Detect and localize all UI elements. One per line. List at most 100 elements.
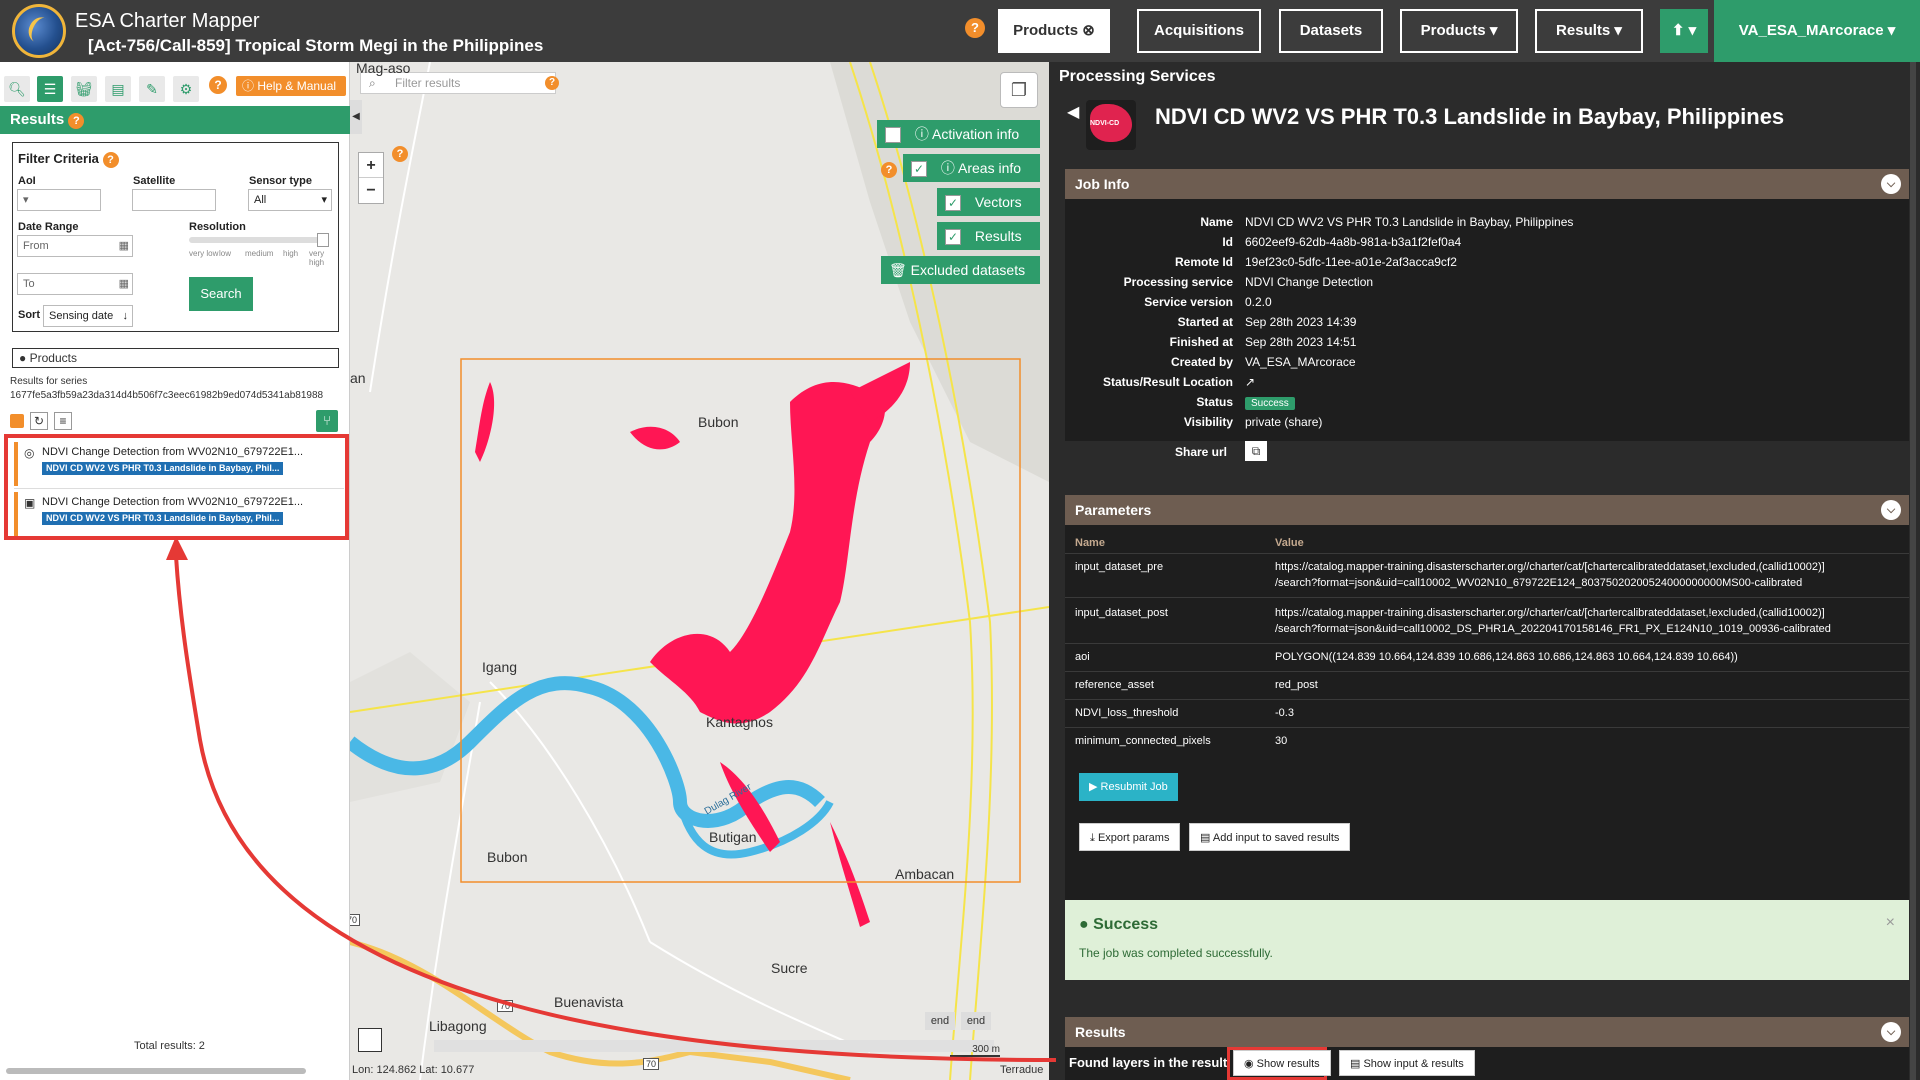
select-all-checkbox[interactable] — [10, 414, 24, 428]
param-value: 30 — [1275, 735, 1288, 747]
layers-icon[interactable]: ❐ — [1000, 72, 1038, 108]
divider — [1065, 699, 1909, 700]
job-key: Status/Result Location — [1102, 375, 1233, 389]
road — [489, 681, 651, 943]
results-toggle[interactable]: ✓ Results — [937, 222, 1040, 250]
help-icon[interactable]: ? — [209, 76, 227, 94]
map-view[interactable]: ⌕ Filter results ? + − ? ❐ ⓘ Activation … — [350, 62, 1049, 1080]
excluded-datasets-button[interactable]: 🗑︎ Excluded datasets — [881, 256, 1040, 284]
activation-info-toggle[interactable]: ⓘ Activation info — [877, 120, 1040, 148]
success-title: ● Success — [1079, 916, 1159, 933]
tab-label: Products — [1013, 22, 1079, 39]
pencil-icon[interactable]: ✎ — [139, 76, 165, 102]
calendar-icon[interactable]: ▦ — [119, 236, 129, 256]
vectors-toggle[interactable]: ✓ Vectors — [937, 188, 1040, 216]
checkbox[interactable]: ✓ — [945, 229, 961, 246]
job-key: Processing service — [1123, 275, 1233, 289]
search-icon[interactable]: 🔍︎ — [4, 76, 30, 102]
show-input-and-results-button[interactable]: ▤ Show input & results — [1339, 1050, 1475, 1076]
place-label: Libagong — [429, 1018, 487, 1034]
param-value: https://catalog.mapper-training.disaster… — [1275, 561, 1825, 589]
help-icon[interactable]: ? — [881, 162, 897, 178]
share-icon[interactable]: ⑂ — [316, 410, 338, 432]
tab-acquisitions[interactable]: Acquisitions — [1137, 9, 1261, 53]
close-circle-icon[interactable]: ⊗ — [1082, 22, 1095, 39]
coordinate-readout: Lon: 124.862 Lat: 10.677 — [352, 1064, 475, 1076]
areas-info-toggle[interactable]: ✓ ⓘ Areas info — [903, 154, 1040, 182]
column-header-name: Name — [1075, 537, 1105, 549]
tab-products-active[interactable]: Products ⊗ — [998, 9, 1110, 53]
chevron-down-icon[interactable]: ⌵ — [1881, 174, 1901, 194]
parameters-header[interactable]: Parameters ⌵ — [1065, 495, 1909, 525]
divider — [1065, 597, 1909, 598]
sort-select[interactable]: Sensing date ↓ — [43, 305, 133, 327]
add-input-to-saved-results-button[interactable]: ▤ Add input to saved results — [1189, 823, 1351, 851]
job-key: Remote Id — [1174, 255, 1233, 269]
param-value: POLYGON((124.839 10.664,124.839 10.686,1… — [1275, 651, 1738, 663]
user-menu[interactable]: VA_ESA_MArcorace ▾ — [1714, 0, 1920, 62]
job-key: Created by — [1170, 355, 1233, 369]
checkbox[interactable]: ✓ — [911, 161, 927, 178]
left-panel: 🔍︎ ☰ 🧺︎ ▤ ✎ ⚙ ? ⓘ Help & Manual Results … — [0, 62, 350, 1080]
help-icon[interactable]: ? — [545, 76, 559, 90]
list-icon[interactable]: ☰ — [37, 76, 63, 102]
results-section-header[interactable]: Results ⌵ — [1065, 1017, 1909, 1047]
help-icon[interactable]: ? — [68, 113, 85, 129]
archive-icon[interactable]: ▤ — [105, 76, 131, 102]
help-manual-label: Help & Manual — [257, 79, 337, 93]
chevron-down-icon[interactable]: ⌵ — [1881, 500, 1901, 520]
param-key: reference_asset — [1075, 679, 1154, 691]
gear-icon[interactable]: ⚙ — [173, 76, 199, 102]
fullscreen-button[interactable] — [358, 1028, 382, 1052]
copy-icon[interactable]: ⧉ — [1245, 441, 1267, 461]
job-info-header[interactable]: Job Info ⌵ — [1065, 169, 1909, 199]
chevron-down-icon[interactable]: ⌵ — [1881, 1022, 1901, 1042]
help-icon[interactable]: ? — [392, 146, 408, 162]
menu-icon[interactable]: ≡ — [54, 412, 72, 430]
slider-handle[interactable] — [317, 233, 329, 247]
sort-direction-icon[interactable]: ↓ — [123, 306, 129, 326]
calendar-icon[interactable]: ▦ — [119, 274, 129, 294]
checkbox[interactable] — [885, 127, 901, 144]
list-item[interactable]: ◎ NDVI Change Detection from WV02N10_679… — [14, 442, 344, 486]
show-results-button[interactable]: ◉ Show results — [1233, 1050, 1331, 1076]
attribution[interactable]: Terradue — [1000, 1064, 1043, 1076]
help-icon[interactable]: ? — [102, 152, 119, 168]
zoom-out-button[interactable]: − — [359, 178, 383, 203]
collapse-panel-handle[interactable]: ◀ — [350, 100, 362, 134]
visibility-value[interactable]: private (share) — [1245, 415, 1322, 429]
basket-icon[interactable]: 🧺︎ — [71, 76, 97, 102]
satellite-label: Satellite — [133, 175, 176, 187]
close-icon[interactable]: × — [1886, 914, 1895, 932]
products-dropdown[interactable]: Products ▾ — [1400, 9, 1518, 53]
road — [369, 62, 431, 393]
resolution-slider[interactable] — [189, 233, 329, 247]
processing-services-panel: Processing Services ◀ NDVI-CD NDVI CD WV… — [1049, 62, 1920, 1080]
search-button[interactable]: Search — [189, 277, 253, 311]
list-item[interactable]: ▣ NDVI Change Detection from WV02N10_679… — [14, 492, 344, 536]
help-icon[interactable]: ? — [965, 18, 985, 38]
external-link-icon[interactable]: ↗ — [1245, 375, 1255, 389]
vertical-scrollbar[interactable] — [1910, 62, 1916, 1080]
results-dropdown[interactable]: Results ▾ — [1535, 9, 1643, 53]
help-manual-button[interactable]: ⓘ Help & Manual — [236, 76, 346, 96]
place-label: Buenavista — [554, 994, 624, 1010]
checkbox[interactable]: ✓ — [945, 195, 961, 212]
satellite-input[interactable] — [132, 189, 216, 211]
refresh-icon[interactable]: ↻ — [30, 412, 48, 430]
export-params-button[interactable]: ⤓ Export params — [1079, 823, 1181, 851]
tab-datasets[interactable]: Datasets — [1279, 9, 1383, 53]
timeline-slider[interactable] — [434, 1040, 994, 1052]
horizontal-scrollbar[interactable] — [6, 1068, 306, 1074]
date-to-field[interactable]: To ▦ — [17, 273, 133, 295]
back-icon[interactable]: ◀ — [1067, 102, 1079, 122]
sensor-type-select[interactable]: All ▾ — [248, 189, 332, 211]
esa-charter-logo[interactable] — [12, 4, 66, 58]
upload-dropdown[interactable]: ⬆ ▾ — [1660, 9, 1708, 53]
aoi-select[interactable]: ▾ — [17, 189, 101, 211]
date-from-field[interactable]: From ▦ — [17, 235, 133, 257]
job-info-keys: Name Id Remote Id Processing service Ser… — [1065, 199, 1233, 441]
place-label: Bubon — [487, 849, 528, 865]
zoom-in-button[interactable]: + — [359, 153, 383, 178]
resubmit-job-button[interactable]: ▶ Resubmit Job — [1079, 773, 1178, 801]
